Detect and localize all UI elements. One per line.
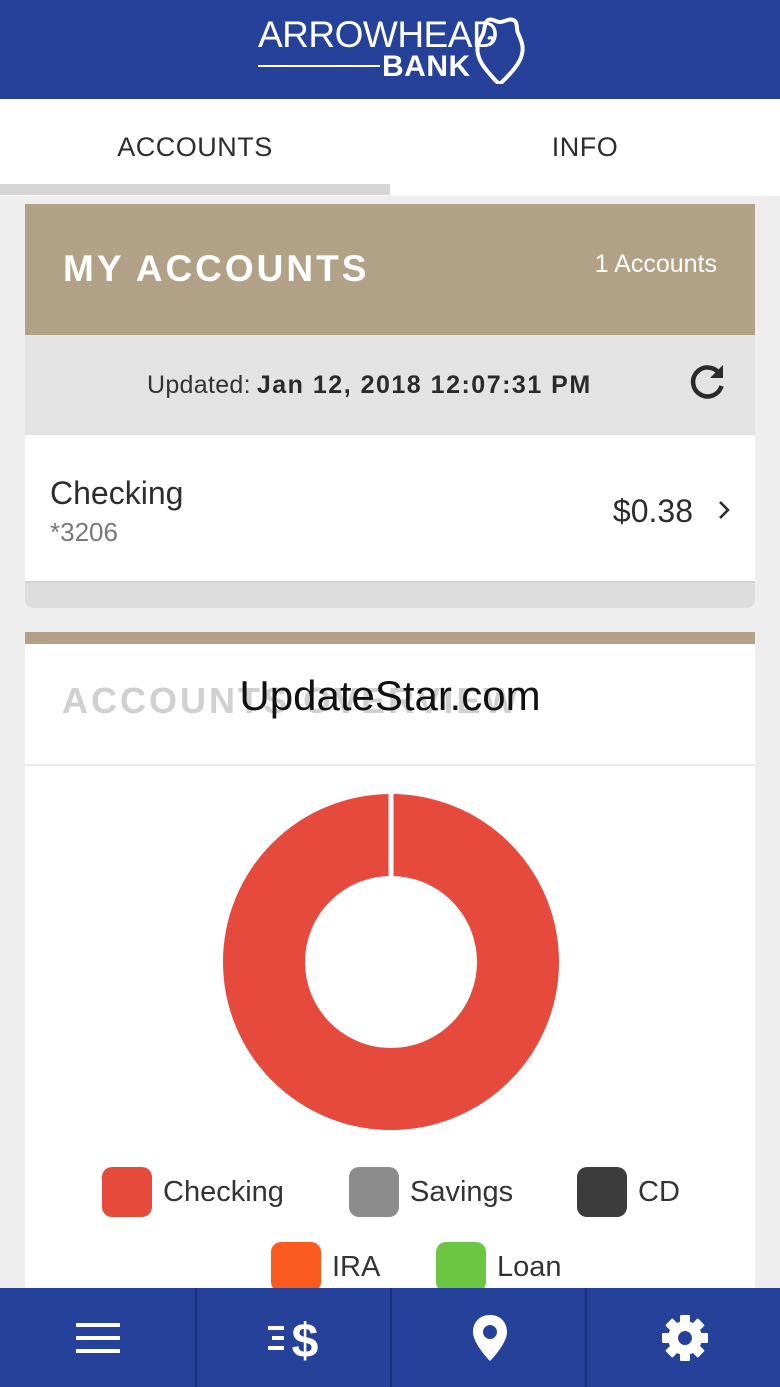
location-pin-icon bbox=[472, 1314, 507, 1361]
my-accounts-title: MY ACCOUNTS bbox=[63, 248, 370, 289]
updated-timestamp: Updated: Jan 12, 2018 12:07:31 PM bbox=[147, 371, 592, 400]
accounts-overview-card: ACCOUNTS OVERVIEW Checking Savings CD IR… bbox=[25, 632, 755, 1292]
refresh-icon[interactable] bbox=[685, 361, 729, 405]
account-balance: $0.38 bbox=[612, 493, 693, 529]
legend-item-loan: Loan bbox=[436, 1242, 562, 1292]
legend-swatch-loan bbox=[436, 1242, 486, 1292]
account-name: Checking bbox=[50, 475, 184, 511]
nav-menu-button[interactable] bbox=[0, 1288, 195, 1387]
tab-info[interactable]: INFO bbox=[390, 99, 780, 196]
legend-item-savings: Savings bbox=[349, 1167, 513, 1217]
legend-label-checking: Checking bbox=[163, 1175, 284, 1208]
menu-icon bbox=[75, 1322, 120, 1353]
tab-accounts-label: ACCOUNTS bbox=[117, 132, 273, 162]
legend-swatch-checking bbox=[102, 1167, 152, 1217]
overview-top-bar bbox=[25, 632, 755, 644]
tab-info-label: INFO bbox=[551, 132, 619, 162]
arrowhead-icon bbox=[475, 17, 525, 84]
account-number: *3206 bbox=[50, 517, 118, 547]
nav-transfer-button[interactable]: $ bbox=[197, 1288, 392, 1387]
logo-text-bottom: BANK bbox=[382, 50, 471, 83]
bottom-navigation: $ bbox=[0, 1288, 780, 1387]
legend-swatch-cd bbox=[577, 1167, 627, 1217]
gear-icon bbox=[661, 1314, 708, 1361]
accounts-count: 1 Accounts bbox=[594, 250, 717, 278]
svg-text:$: $ bbox=[291, 1315, 318, 1365]
tab-bar: ACCOUNTS INFO bbox=[0, 99, 780, 196]
updated-label: Updated: bbox=[147, 371, 251, 399]
nav-location-button[interactable] bbox=[392, 1288, 587, 1387]
watermark-text: UpdateStar.com bbox=[239, 672, 541, 719]
overview-divider bbox=[25, 764, 755, 766]
arrowhead-bank-logo: ARROWHEAD BANK bbox=[258, 14, 528, 86]
tab-accounts[interactable]: ACCOUNTS bbox=[0, 99, 390, 196]
my-accounts-card: MY ACCOUNTS 1 Accounts Updated: Jan 12, 2… bbox=[25, 204, 755, 608]
legend-label-loan: Loan bbox=[497, 1250, 562, 1283]
my-accounts-header: MY ACCOUNTS 1 Accounts bbox=[25, 204, 755, 335]
legend-swatch-ira bbox=[271, 1242, 321, 1292]
legend-label-cd: CD bbox=[638, 1175, 680, 1208]
legend-label-ira: IRA bbox=[332, 1250, 381, 1283]
accounts-donut-chart bbox=[223, 792, 559, 1130]
legend-label-savings: Savings bbox=[410, 1175, 514, 1208]
nav-settings-button[interactable] bbox=[587, 1288, 780, 1387]
transfer-money-icon: $ bbox=[267, 1315, 318, 1365]
app-header: ARROWHEAD BANK bbox=[0, 0, 780, 99]
legend-item-cd: CD bbox=[577, 1167, 680, 1217]
legend-swatch-savings bbox=[349, 1167, 399, 1217]
legend-item-ira: IRA bbox=[271, 1242, 380, 1292]
account-row-checking[interactable]: Checking *3206 $0.38 bbox=[25, 435, 755, 583]
active-tab-indicator bbox=[0, 184, 390, 195]
chevron-right-icon bbox=[719, 501, 730, 519]
updated-date: Jan 12, 2018 12:07:31 PM bbox=[256, 371, 592, 399]
legend-item-checking: Checking bbox=[102, 1167, 284, 1217]
updated-row: Updated: Jan 12, 2018 12:07:31 PM bbox=[25, 335, 755, 435]
logo-underline bbox=[258, 65, 380, 67]
